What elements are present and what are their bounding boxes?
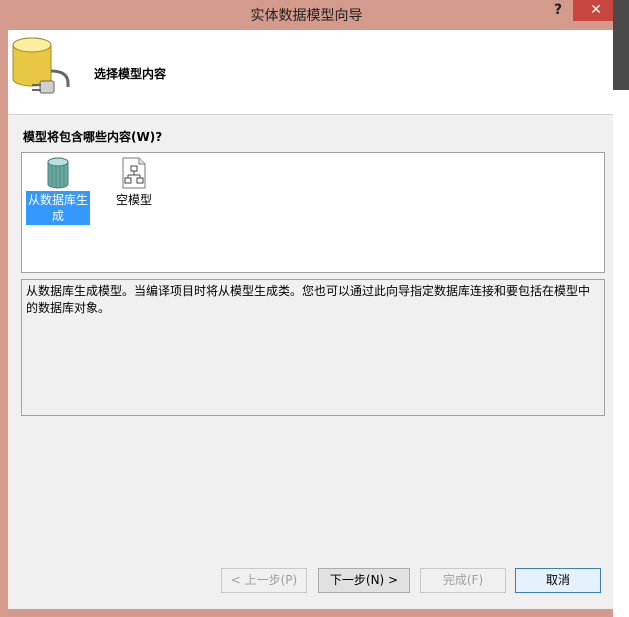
back-button[interactable]: < 上一步(P) (221, 568, 307, 593)
list-item-generate-from-database[interactable]: 从数据库生成 (26, 157, 90, 225)
cancel-button[interactable]: 取消 (515, 568, 601, 593)
wizard-header: 选择模型内容 (8, 30, 613, 115)
dialog-client-area: 选择模型内容 模型将包含哪些内容(W)? 从数据库生成 空模型 从数据库生成模型… (8, 30, 613, 609)
finish-button[interactable]: 完成(F) (420, 568, 506, 593)
model-contents-label: 模型将包含哪些内容(W)? (23, 130, 163, 144)
wizard-window: 实体数据模型向导 ? ✕ 选择模型内容 模型将包含哪些内容(W)? 从数据库生成… (0, 0, 619, 617)
database-plug-icon (12, 37, 70, 94)
page-title: 选择模型内容 (94, 67, 167, 81)
background-dark-region (613, 0, 629, 90)
model-contents-list[interactable]: 从数据库生成 空模型 (21, 152, 605, 273)
help-button[interactable]: ? (545, 0, 571, 20)
window-title: 实体数据模型向导 (250, 8, 363, 24)
next-button[interactable]: 下一步(N) > (318, 568, 410, 593)
background-window-edge (613, 0, 629, 617)
list-item-label: 空模型 (115, 193, 152, 207)
list-item-label: 从数据库生成 (26, 191, 90, 225)
empty-model-icon (122, 157, 146, 189)
list-item-empty-model[interactable]: 空模型 (102, 157, 166, 208)
description-box: 从数据库生成模型。当编译项目时将从模型生成类。您也可以通过此向导指定数据库连接和… (21, 279, 605, 416)
database-icon (47, 157, 69, 189)
title-bar[interactable]: 实体数据模型向导 ? ✕ (0, 0, 619, 30)
description-text: 从数据库生成模型。当编译项目时将从模型生成类。您也可以通过此向导指定数据库连接和… (26, 284, 591, 315)
